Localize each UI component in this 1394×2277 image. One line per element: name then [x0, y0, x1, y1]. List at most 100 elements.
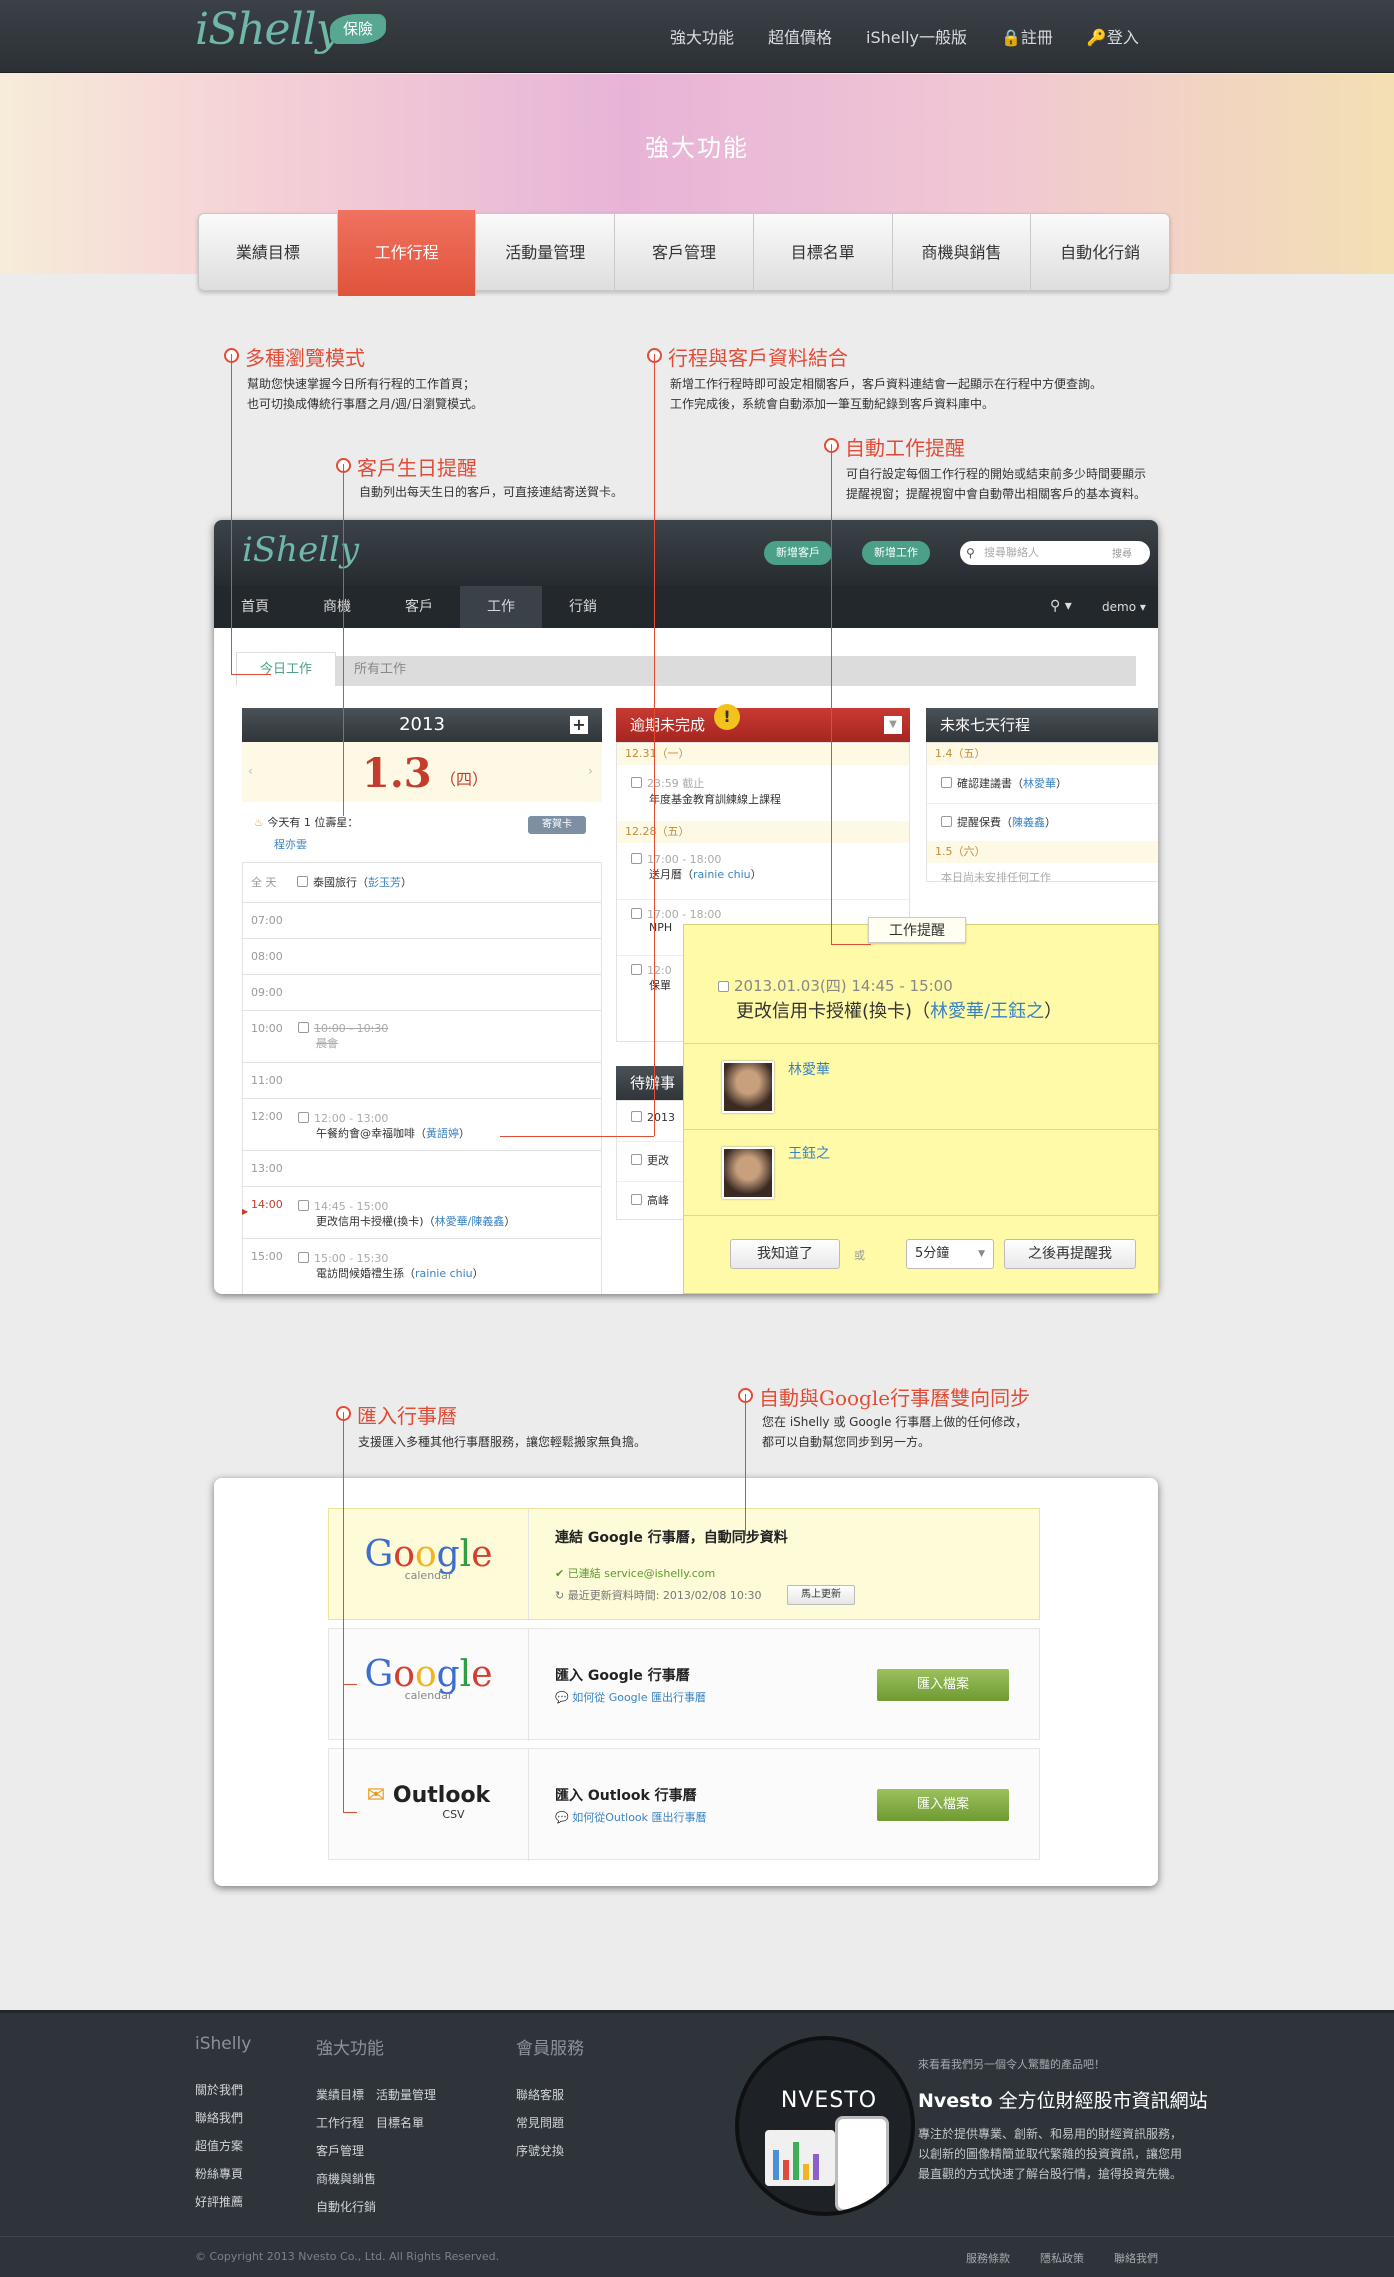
- outlook-import-help[interactable]: 💬 如何從Outlook 匯出行事曆: [555, 1809, 707, 1825]
- time-row: 13:00: [243, 1150, 601, 1186]
- nav-register[interactable]: 🔒註冊: [1001, 24, 1053, 48]
- tab-target-list[interactable]: 目標名單: [754, 214, 893, 290]
- refresh-icon: ↻: [555, 1589, 565, 1602]
- nvesto-promo-image[interactable]: NVESTO: [735, 2036, 915, 2216]
- app-nav-tasks[interactable]: 工作: [460, 586, 542, 628]
- contact-link[interactable]: 聯絡我們: [1114, 2250, 1158, 2266]
- add-icon[interactable]: +: [570, 716, 588, 734]
- tab-all-tasks[interactable]: 所有工作: [354, 658, 406, 682]
- tab-sales-goal[interactable]: 業績目標: [199, 214, 338, 290]
- user-menu[interactable]: demo ▾: [1102, 600, 1146, 614]
- next7-empty: 本日尚未安排任何工作: [941, 871, 1051, 884]
- connector-line: [831, 444, 832, 944]
- search-button[interactable]: 搜尋: [1112, 545, 1132, 560]
- annotation-import-text-1: 支援匯入多種其他行事曆服務，讓您輕鬆搬家無負擔。: [358, 1435, 647, 1449]
- footer-link[interactable]: 常見問題: [516, 2109, 584, 2137]
- task-checkbox[interactable]: [297, 876, 308, 887]
- app-nav-clients[interactable]: 客戶: [378, 586, 460, 628]
- remind-later-button[interactable]: 之後再提醒我: [1004, 1239, 1136, 1269]
- divider: [684, 1215, 1160, 1216]
- annotation-google-sync-text-2: 都可以自動幫您同步到另一方。: [762, 1435, 931, 1449]
- tab-marketing[interactable]: 自動化行銷: [1031, 214, 1169, 290]
- tab-schedule[interactable]: 工作行程: [337, 210, 477, 296]
- nav-general[interactable]: iShelly一般版: [866, 24, 967, 48]
- tab-clients[interactable]: 客戶管理: [615, 214, 754, 290]
- nvesto-logo: NVESTO: [780, 2088, 878, 2113]
- reminder-checkbox[interactable]: [718, 981, 729, 992]
- time-row: 08:00: [243, 938, 601, 974]
- footer-link[interactable]: 聯絡客服: [516, 2081, 584, 2109]
- task-checkbox[interactable]: [298, 1252, 309, 1263]
- prev-day-icon[interactable]: ‹: [248, 764, 253, 778]
- footer-link[interactable]: 工作行程: [316, 2116, 364, 2130]
- footer-link[interactable]: 客戶管理: [316, 2137, 466, 2165]
- birthday-client-link[interactable]: 程亦雲: [274, 836, 307, 852]
- reminder-person-2[interactable]: 王鈺之: [788, 1143, 830, 1163]
- app-nav-home[interactable]: 首頁: [214, 586, 296, 628]
- reminder-person-1[interactable]: 林愛華: [788, 1059, 830, 1079]
- add-task-button[interactable]: 新增工作: [862, 541, 930, 565]
- current-weekday: （四）: [440, 770, 489, 789]
- outlook-import-title: 匯入 Outlook 行事曆: [555, 1788, 697, 1804]
- connector-line: [231, 674, 271, 675]
- privacy-link[interactable]: 隱私政策: [1040, 2250, 1084, 2266]
- allday-row: 全 天泰國旅行（彭玉芳）: [243, 862, 601, 902]
- app-nav-marketing[interactable]: 行銷: [542, 586, 624, 628]
- footer-link[interactable]: 自動化行銷: [316, 2193, 466, 2221]
- app-nav-opportunity[interactable]: 商機: [296, 586, 378, 628]
- tab-activity[interactable]: 活動量管理: [476, 214, 616, 290]
- google-import-button[interactable]: 匯入檔案: [877, 1669, 1009, 1701]
- dismiss-button[interactable]: 我知道了: [730, 1239, 840, 1269]
- lock-icon: 🔒: [1000, 28, 1021, 47]
- nav-features[interactable]: 強大功能: [670, 24, 734, 48]
- chart-icon: [765, 2130, 835, 2186]
- update-now-button[interactable]: 馬上更新: [787, 1585, 855, 1605]
- calendar-year: 2013: [242, 708, 602, 742]
- divider: [0, 2236, 1394, 2237]
- next-day-icon[interactable]: ›: [588, 764, 593, 778]
- task-15: 15:00 - 15:30 電訪問候婚禮生孫（rainie chiu）: [298, 1252, 484, 1281]
- next7-task-2: 提醒保費（陳義鑫）: [927, 803, 1158, 841]
- promo-title[interactable]: Nvesto 全方位財經股市資訊網站: [918, 2086, 1208, 2113]
- google-import-help[interactable]: 💬 如何從 Google 匯出行事曆: [555, 1689, 706, 1705]
- task-checkbox[interactable]: [298, 1200, 309, 1211]
- footer-link[interactable]: 關於我們: [195, 2076, 251, 2104]
- or-label: 或: [854, 1249, 865, 1262]
- tab-today-tasks[interactable]: 今日工作: [236, 652, 336, 686]
- next7-task-1: 確認建議書（林愛華）: [927, 765, 1158, 803]
- tab-opportunity[interactable]: 商機與銷售: [893, 214, 1032, 290]
- import-panel: Google calendar 連結 Google 行事曆，自動同步資料 ✔ 已連…: [214, 1478, 1158, 1886]
- connector-line: [343, 1684, 357, 1685]
- user-icon[interactable]: ⚲ ▾: [1050, 598, 1072, 614]
- footer-link[interactable]: 商機與銷售: [316, 2165, 466, 2193]
- snooze-select[interactable]: 5分鐘 ▼: [906, 1239, 994, 1269]
- send-card-button[interactable]: 寄賀卡: [528, 816, 586, 834]
- footer-link[interactable]: 粉絲專頁: [195, 2160, 251, 2188]
- overdue-panel-header: 逾期未完成: [616, 708, 910, 742]
- site-logo[interactable]: iShelly: [195, 4, 341, 55]
- footer-link[interactable]: 好評推薦: [195, 2188, 251, 2216]
- nav-pricing[interactable]: 超值價格: [768, 24, 832, 48]
- outlook-import-block: ✉ Outlook CSV 匯入 Outlook 行事曆 💬 如何從Outlook…: [328, 1748, 1040, 1861]
- dropdown-icon[interactable]: ▼: [884, 716, 902, 734]
- footer-link[interactable]: 業績目標: [316, 2088, 364, 2102]
- footer-link[interactable]: 活動量管理: [376, 2088, 436, 2102]
- footer-link[interactable]: 序號兌換: [516, 2137, 584, 2165]
- task-checkbox[interactable]: [298, 1112, 309, 1123]
- terms-link[interactable]: 服務條款: [966, 2250, 1010, 2266]
- overdue-task-2: 17:00 - 18:00 送月曆（rainie chiu）: [617, 843, 909, 899]
- annotation-birthday: 客戶生日提醒: [336, 452, 477, 481]
- add-client-button[interactable]: 新增客戶: [764, 541, 832, 565]
- check-icon: ✔: [555, 1567, 565, 1580]
- avatar: [722, 1147, 774, 1199]
- chevron-down-icon: ▼: [978, 1249, 985, 1259]
- footer-link[interactable]: 超值方案: [195, 2132, 251, 2160]
- nav-login[interactable]: 🔑登入: [1087, 24, 1139, 48]
- task-checkbox-done[interactable]: [298, 1022, 309, 1033]
- outlook-import-button[interactable]: 匯入檔案: [877, 1789, 1009, 1821]
- google-sync-status: ✔ 已連結 service@ishelly.com: [555, 1567, 716, 1580]
- footer-link[interactable]: 目標名單: [376, 2116, 424, 2130]
- connector-line: [343, 1812, 357, 1813]
- divider: [684, 1043, 1160, 1044]
- footer-link[interactable]: 聯絡我們: [195, 2104, 251, 2132]
